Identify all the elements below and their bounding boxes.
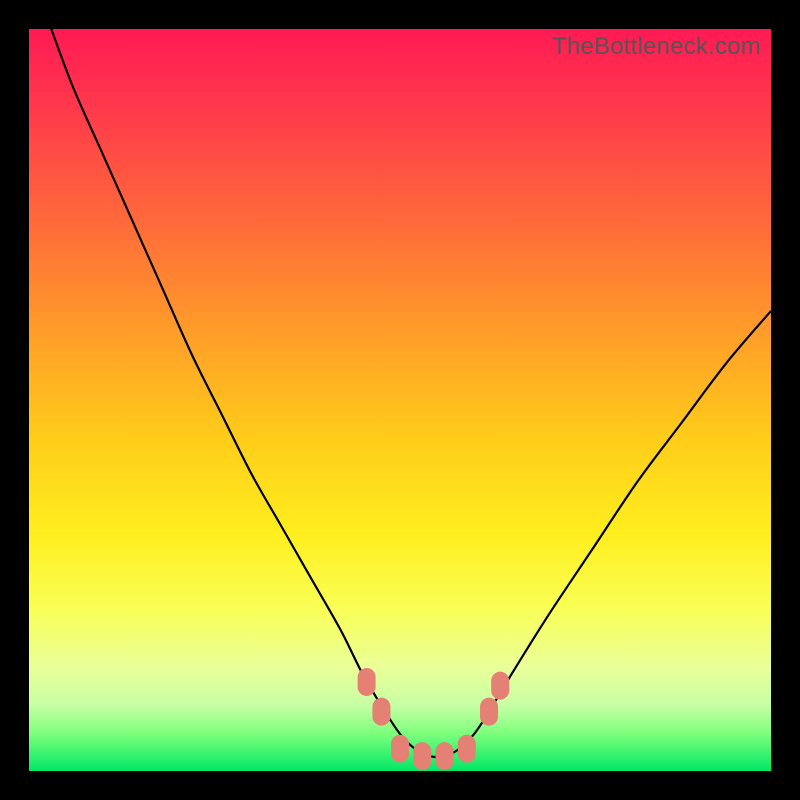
- curve-marker: [436, 742, 454, 770]
- bottleneck-curve: [51, 29, 771, 757]
- curve-marker: [372, 698, 390, 726]
- curve-marker: [413, 742, 431, 770]
- chart-frame: TheBottleneck.com: [0, 0, 800, 800]
- curve-marker: [458, 735, 476, 763]
- curve-marker: [391, 735, 409, 763]
- marker-group: [358, 668, 510, 770]
- curve-marker: [491, 672, 509, 700]
- plot-area: TheBottleneck.com: [29, 29, 771, 771]
- curve-svg: [29, 29, 771, 771]
- curve-marker: [480, 698, 498, 726]
- curve-marker: [358, 668, 376, 696]
